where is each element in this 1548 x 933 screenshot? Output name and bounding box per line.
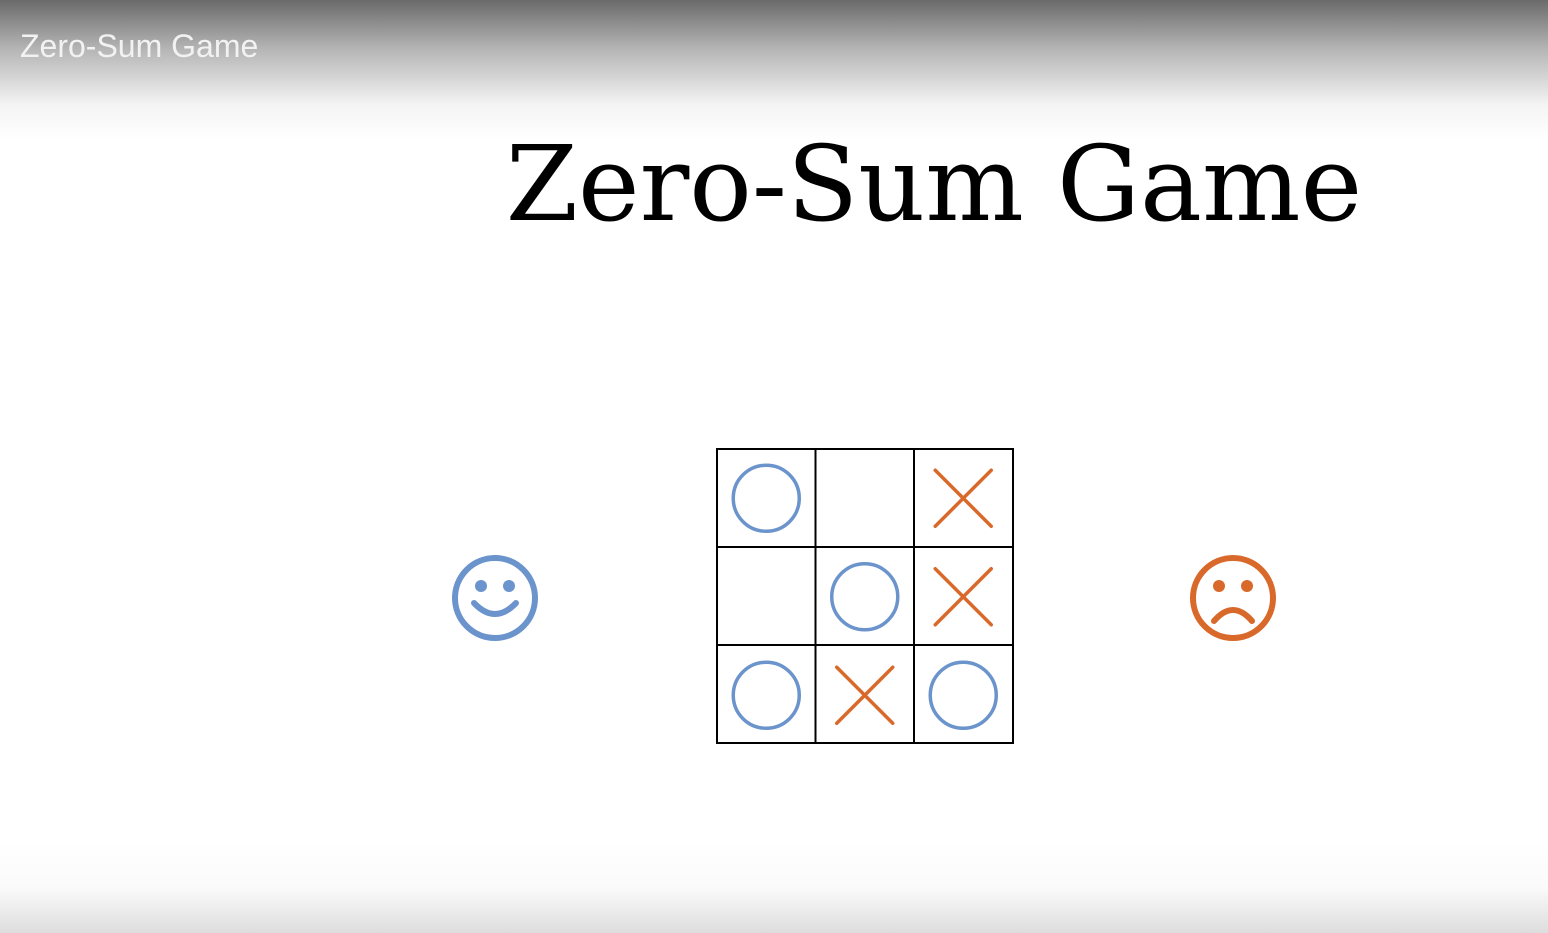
- board-cell-r2-c3: [933, 567, 993, 627]
- board-cell-r2-c2: [830, 562, 900, 632]
- board-cell-r3-c3: [928, 660, 998, 730]
- board-cell-r3-c1: [731, 660, 801, 730]
- slide-title: Zero-Sum Game: [505, 123, 1363, 245]
- smiley-face-icon: [452, 555, 538, 641]
- tic-tac-toe-board: [716, 448, 1014, 744]
- top-overlay-gradient: [0, 0, 1548, 140]
- o-mark: [830, 562, 900, 632]
- o-mark: [731, 463, 801, 533]
- o-mark: [731, 660, 801, 730]
- board-cell-r3-c2: [835, 665, 895, 725]
- video-title[interactable]: Zero-Sum Game: [20, 28, 258, 65]
- x-mark: [933, 567, 993, 627]
- frowning-face-icon: [1190, 555, 1276, 641]
- board-cell-r1-c1: [731, 463, 801, 533]
- o-mark: [928, 660, 998, 730]
- video-frame[interactable]: Zero-Sum Game Zero-Sum Game: [0, 0, 1548, 933]
- x-mark: [835, 665, 895, 725]
- x-mark: [933, 468, 993, 528]
- board-cell-r1-c3: [933, 468, 993, 528]
- bottom-overlay-gradient: [0, 843, 1548, 933]
